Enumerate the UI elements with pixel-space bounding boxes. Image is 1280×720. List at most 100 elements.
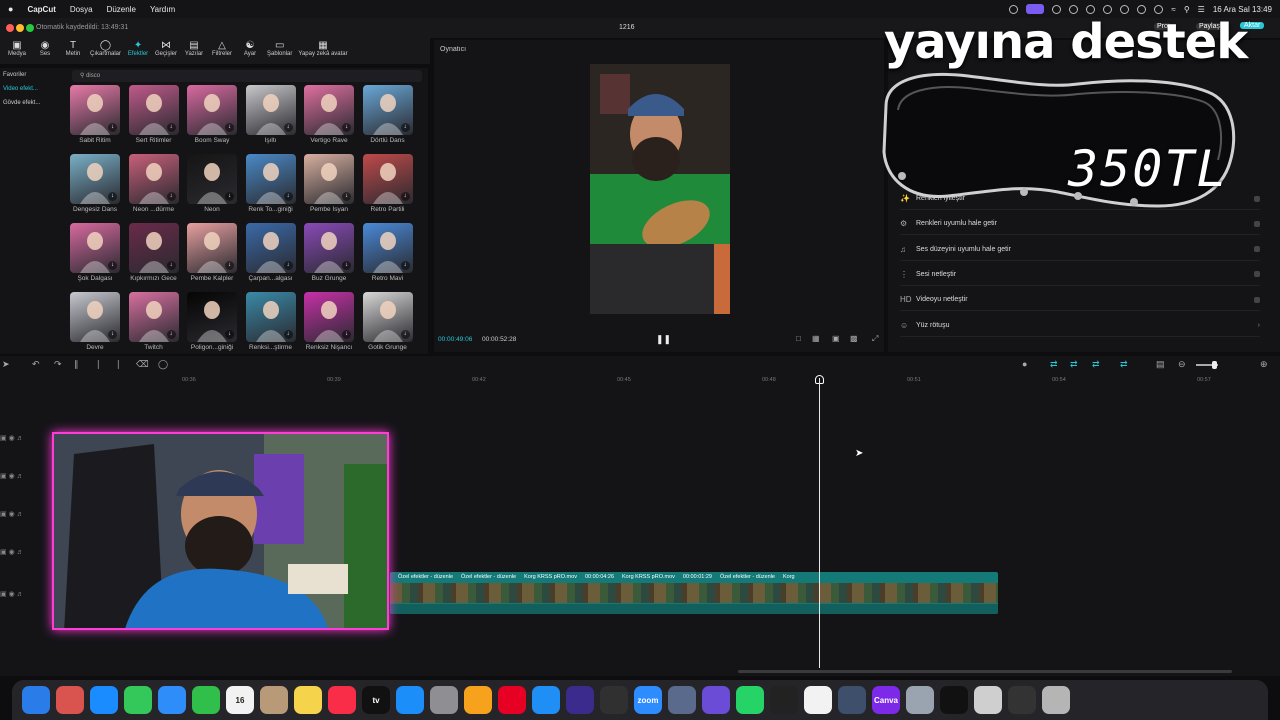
quality-icon[interactable]: ▦	[812, 334, 820, 343]
enhance-toggle[interactable]	[1254, 220, 1260, 227]
zoom-slider-handle[interactable]	[1212, 361, 1217, 369]
effect-card[interactable]: ↓ Vertigo Rave	[304, 85, 354, 144]
effect-card[interactable]: ↓ Devre	[70, 292, 120, 351]
enhance-toggle[interactable]	[1254, 195, 1260, 202]
download-icon[interactable]: ↓	[166, 261, 176, 270]
app-icon-purple[interactable]	[702, 686, 730, 714]
download-icon[interactable]: ↓	[225, 261, 234, 270]
lock-icon[interactable]: ▣	[0, 549, 7, 556]
effect-card[interactable]: ↓ Renksi...ştirme	[245, 292, 296, 351]
keyboard-icon[interactable]	[1008, 686, 1036, 714]
effect-card[interactable]: ↓ Twitch	[128, 292, 179, 351]
download-icon[interactable]: ↓	[108, 330, 117, 339]
enhance-row[interactable]: ⋮ Sesi netleştir	[900, 264, 1260, 286]
effect-card[interactable]: ↓ Çarpan...algası	[245, 223, 296, 282]
music-icon[interactable]	[328, 686, 356, 714]
tool-transition[interactable]: ⋈ Geçişler	[155, 38, 177, 64]
download-icon[interactable]: ↓	[108, 192, 117, 201]
download-icon[interactable]: ↓	[166, 192, 176, 201]
effect-card[interactable]: ↓ Renk To...giniği	[245, 154, 296, 213]
search-icon[interactable]: ⚲	[1184, 5, 1190, 14]
calendar-icon[interactable]: 16	[226, 686, 254, 714]
tool-template[interactable]: ▭ Şablonlar	[267, 38, 292, 64]
link-icon[interactable]: ⇄	[1070, 359, 1078, 370]
disk-icon[interactable]	[838, 686, 866, 714]
app-icon-silver[interactable]	[906, 686, 934, 714]
tv-icon[interactable]: tv	[362, 686, 390, 714]
effect-card[interactable]: ↓ Pembe İsyan	[304, 154, 354, 213]
download-icon[interactable]: ↓	[225, 123, 234, 132]
download-icon[interactable]: ↓	[400, 123, 410, 132]
menu-file[interactable]: Dosya	[70, 5, 93, 14]
effect-card[interactable]: ↓ Neon	[187, 154, 237, 213]
zoom-in-icon[interactable]: ⊕	[1260, 359, 1268, 370]
fit-icon[interactable]: ▤	[1156, 359, 1165, 370]
download-icon[interactable]: ↓	[166, 330, 176, 339]
marker-icon[interactable]: ◯	[158, 359, 168, 370]
menu-help[interactable]: Yardım	[150, 5, 175, 14]
effect-card[interactable]: ↓ Renksiz Nişancı	[304, 292, 354, 351]
status-icon[interactable]	[1052, 4, 1062, 14]
download-icon[interactable]: ↓	[225, 330, 234, 339]
time-ruler[interactable]: 00:36 00:39 00:42 00:45 00:48 00:51 00:54 00:57	[64, 374, 1280, 388]
messages-icon[interactable]	[124, 686, 152, 714]
download-icon[interactable]: ↓	[283, 123, 293, 132]
facetime-icon[interactable]	[192, 686, 220, 714]
redo-icon[interactable]: ↷	[54, 359, 62, 370]
pause-icon[interactable]: ❚❚	[656, 334, 671, 345]
enhance-toggle[interactable]	[1254, 271, 1260, 278]
printer-icon[interactable]	[974, 686, 1002, 714]
download-icon[interactable]: ↓	[400, 330, 410, 339]
effect-card[interactable]: ↓ Poligon...giniği	[187, 292, 237, 351]
status-icon[interactable]	[1137, 4, 1147, 14]
status-icon[interactable]	[1086, 4, 1096, 14]
undo-icon[interactable]: ↶	[32, 359, 40, 370]
effect-card[interactable]: ↓ Buz Grunge	[304, 223, 354, 282]
effect-card[interactable]: ↓ Dengesiz Dans	[70, 154, 120, 213]
contacts-icon[interactable]	[260, 686, 288, 714]
safari-icon[interactable]	[90, 686, 118, 714]
apple-icon[interactable]: ●	[8, 4, 13, 14]
effect-card[interactable]: ↓ Kıpkırmızı Gece	[128, 223, 179, 282]
enhance-row[interactable]: ⚙ Renkleri uyumlu hale getir	[900, 213, 1260, 236]
mail-icon[interactable]	[158, 686, 186, 714]
effect-card[interactable]: ↓ Sert Ritimler	[128, 85, 179, 144]
download-icon[interactable]: ↓	[400, 261, 410, 270]
finder-icon[interactable]	[22, 686, 50, 714]
download-icon[interactable]: ↓	[400, 192, 410, 201]
app-icon-gray[interactable]	[668, 686, 696, 714]
enhance-row[interactable]: HD Videoyu netleştir	[900, 289, 1260, 312]
tool-effects[interactable]: ✦ Efektler	[127, 38, 149, 64]
tool-media[interactable]: ▣ Medya	[6, 38, 28, 64]
chatgpt-icon[interactable]	[804, 686, 832, 714]
effect-card[interactable]: ↓ Gotik Grunge	[362, 292, 413, 351]
zoom-window-button[interactable]	[26, 24, 34, 32]
tool-ai-avatar[interactable]: ▦ Yapay zekâ avatar	[298, 38, 347, 64]
lock-icon[interactable]: ▣	[0, 591, 7, 598]
eye-icon[interactable]: ◉	[9, 511, 15, 518]
download-icon[interactable]: ↓	[283, 330, 293, 339]
enhance-toggle[interactable]	[1254, 296, 1260, 303]
wifi-icon[interactable]: ≈	[1171, 5, 1175, 14]
download-icon[interactable]: ↓	[108, 123, 117, 132]
crop-icon[interactable]: □	[796, 334, 801, 343]
status-icon[interactable]	[1069, 4, 1079, 14]
project-name[interactable]: 1216	[619, 24, 635, 31]
tool-text[interactable]: T Metin	[62, 38, 84, 64]
effect-card[interactable]: ↓ Retro Partili	[362, 154, 413, 213]
lock-icon[interactable]: ▣	[0, 473, 7, 480]
settings-icon[interactable]	[430, 686, 458, 714]
close-window-button[interactable]	[6, 24, 14, 32]
status-icon[interactable]	[1009, 4, 1019, 14]
clock[interactable]: 16 Ara Sal 13:49	[1213, 5, 1272, 14]
fullscreen-icon[interactable]: ⤢	[872, 334, 878, 344]
app-icon-blue[interactable]	[532, 686, 560, 714]
enhance-toggle[interactable]	[1254, 246, 1260, 253]
control-center-icon[interactable]: ☰	[1198, 5, 1205, 14]
auto-snap-icon[interactable]: ⇄	[1120, 359, 1128, 370]
download-icon[interactable]: ↓	[283, 192, 293, 201]
playhead[interactable]	[819, 378, 820, 668]
audio-icon[interactable]: ♬	[17, 549, 24, 556]
tool-audio[interactable]: ◉ Ses	[34, 38, 56, 64]
whatsapp-icon[interactable]	[736, 686, 764, 714]
